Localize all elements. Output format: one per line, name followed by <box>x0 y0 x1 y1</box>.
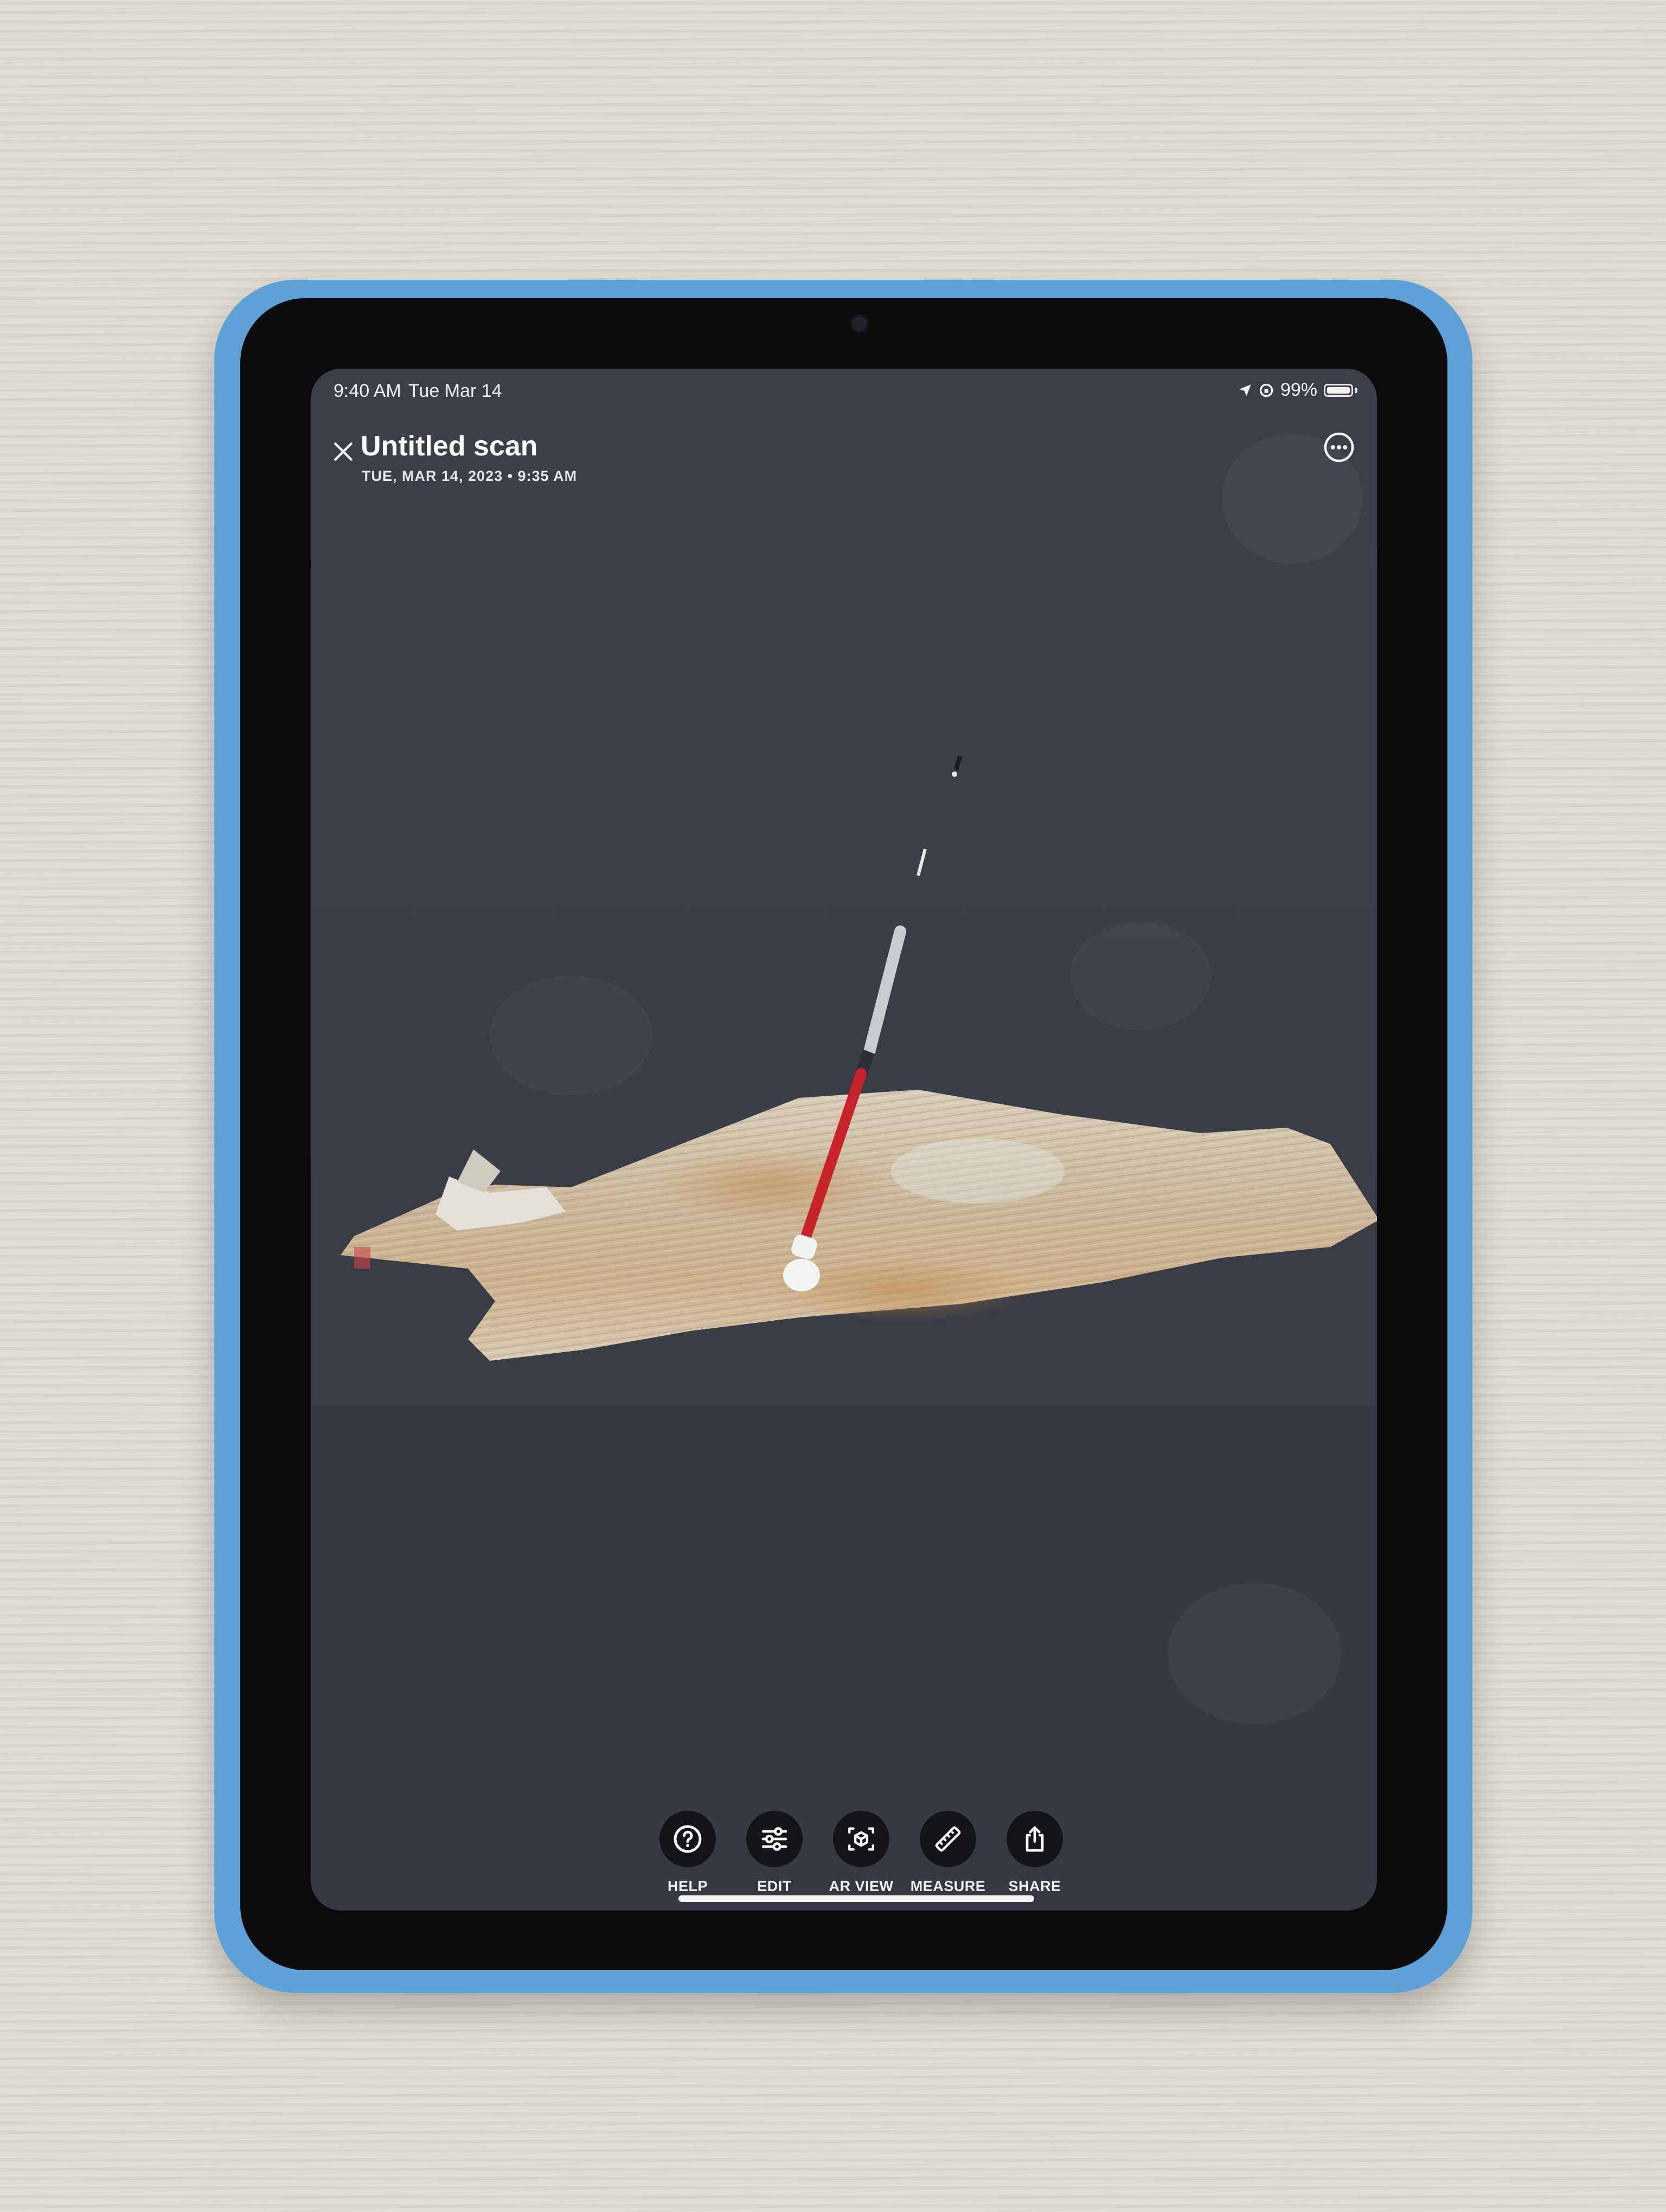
edit-button-circle <box>746 1811 803 1867</box>
scan-header: Untitled scan TUE, MAR 14, 2023 • 9:35 A… <box>311 420 1377 501</box>
help-button[interactable]: HELP <box>647 1811 728 1895</box>
app-screen: 9:40 AM Tue Mar 14 99% Untitled scan TUE… <box>311 369 1377 1911</box>
help-button-circle <box>659 1811 716 1867</box>
ar-view-button-circle <box>833 1811 889 1867</box>
scanned-table-surface <box>341 1090 1377 1361</box>
close-button[interactable] <box>322 430 365 473</box>
ar-view-label: AR VIEW <box>829 1878 894 1894</box>
help-label: HELP <box>667 1878 708 1894</box>
help-icon <box>674 1825 702 1853</box>
location-arrow-icon <box>1239 384 1251 396</box>
measure-button[interactable]: MEASURE <box>907 1811 989 1895</box>
share-button-circle <box>1007 1811 1063 1867</box>
share-button[interactable]: SHARE <box>994 1811 1075 1895</box>
edit-button[interactable]: EDIT <box>734 1811 815 1895</box>
more-options-button[interactable] <box>1318 427 1360 468</box>
ar-view-button[interactable]: AR VIEW <box>821 1811 902 1895</box>
battery-icon <box>1324 383 1353 397</box>
status-indicators: 99% <box>1238 380 1357 401</box>
ar-cube-icon <box>848 1827 874 1851</box>
battery-percentage: 99% <box>1280 380 1317 400</box>
scan-3d-model-view[interactable] <box>311 369 1377 1911</box>
status-time: 9:40 AM <box>334 381 401 401</box>
screen-lock-rotation-icon <box>1259 383 1273 397</box>
share-icon <box>1026 1826 1044 1852</box>
scan-timestamp: TUE, MAR 14, 2023 • 9:35 AM <box>362 468 578 484</box>
more-options-icon <box>1324 432 1354 462</box>
close-icon <box>334 442 353 461</box>
edit-label: EDIT <box>757 1878 792 1894</box>
front-camera <box>850 314 869 333</box>
battery-tip <box>1355 387 1357 393</box>
status-date: Tue Mar 14 <box>408 381 502 401</box>
ruler-icon <box>935 1826 961 1852</box>
device-bezel: 9:40 AM Tue Mar 14 99% Untitled scan TUE… <box>240 298 1447 1970</box>
measure-label: MEASURE <box>910 1878 986 1894</box>
bottom-toolbar: HELP EDIT AR VIEW MEASURE SHARE <box>647 1811 1075 1898</box>
sliders-icon <box>761 1827 787 1851</box>
measure-button-circle <box>920 1811 976 1867</box>
share-label: SHARE <box>1008 1878 1061 1894</box>
status-bar: 9:40 AM Tue Mar 14 99% <box>311 369 1377 412</box>
scan-title[interactable]: Untitled scan <box>361 430 538 462</box>
ipad-case: 9:40 AM Tue Mar 14 99% Untitled scan TUE… <box>214 280 1472 1993</box>
home-indicator[interactable] <box>678 1895 1034 1902</box>
battery-fill <box>1327 387 1350 394</box>
